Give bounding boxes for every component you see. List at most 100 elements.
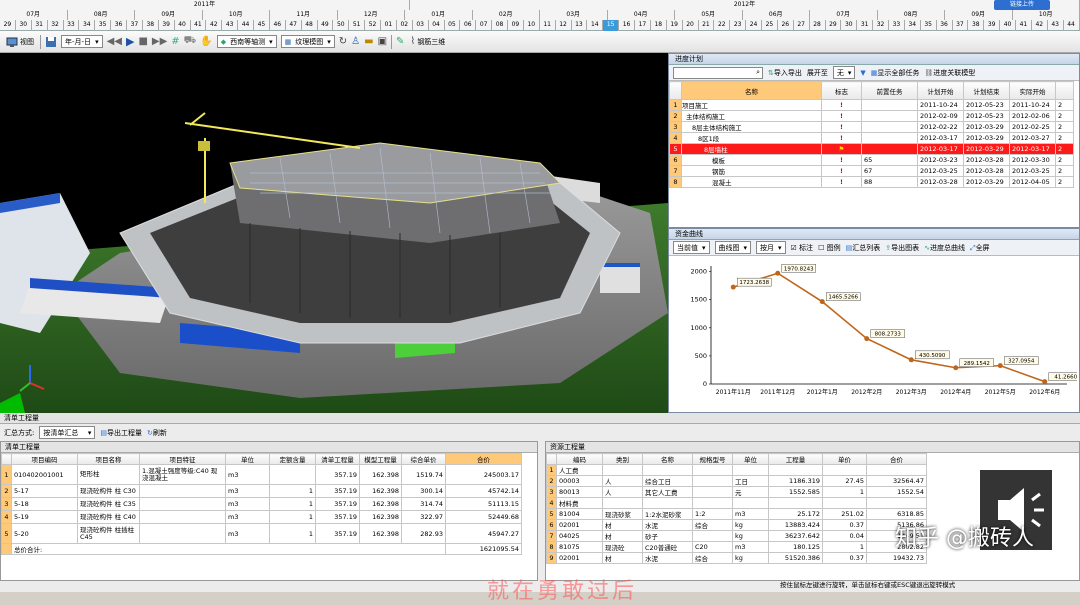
- res-col-header[interactable]: 单价: [823, 454, 867, 465]
- schedule-row[interactable]: 6模板!652012-03-232012-03-282012-03-302: [670, 155, 1074, 166]
- res-col-header[interactable]: 单位: [733, 454, 769, 465]
- show-all-tasks-button[interactable]: ▦显示全部任务: [871, 68, 920, 78]
- fullscreen-button[interactable]: ⤢全屏: [970, 243, 990, 253]
- timeline-week[interactable]: 32: [873, 20, 889, 31]
- bill-col-header[interactable]: 单位: [226, 454, 270, 465]
- col-header-flag[interactable]: 标志: [822, 82, 862, 100]
- steel-3d-button[interactable]: ⌇ 钢筋三维: [408, 34, 447, 50]
- timeline-week[interactable]: 16: [619, 20, 635, 31]
- timeline-week[interactable]: 26: [778, 20, 794, 31]
- timeline-week[interactable]: 34: [79, 20, 95, 31]
- timeline-week[interactable]: 19: [667, 20, 683, 31]
- timeline-week[interactable]: 43: [222, 20, 238, 31]
- schedule-row[interactable]: 1项目施工!2011-10-242012-05-232011-10-242: [670, 100, 1074, 111]
- timeline-week[interactable]: 44: [1064, 20, 1080, 31]
- timeline-week[interactable]: 45: [254, 20, 270, 31]
- timeline-week[interactable]: 37: [953, 20, 969, 31]
- walk-icon[interactable]: ⛟: [184, 35, 197, 48]
- timeline-week[interactable]: 39: [159, 20, 175, 31]
- timeline-week[interactable]: 17: [635, 20, 651, 31]
- timeline-week[interactable]: 29: [0, 20, 16, 31]
- res-col-header[interactable]: 类别: [603, 454, 643, 465]
- timeline-week[interactable]: 08: [492, 20, 508, 31]
- view-button[interactable]: 视图: [4, 34, 36, 50]
- timeline-week[interactable]: 28: [810, 20, 826, 31]
- timeline-week[interactable]: 09: [508, 20, 524, 31]
- timeline-week[interactable]: 20: [683, 20, 699, 31]
- schedule-row[interactable]: 58层墙柱⚑2012-03-172012-03-292012-03-172: [670, 144, 1074, 155]
- timeline-week[interactable]: 31: [857, 20, 873, 31]
- timeline-week[interactable]: 14: [587, 20, 603, 31]
- filter-icon[interactable]: ▼: [860, 69, 865, 77]
- bill-row[interactable]: 35-18现浇砼构件 柱 C35m31357.19162.398314.7451…: [2, 498, 522, 511]
- timeline-week[interactable]: 36: [111, 20, 127, 31]
- timeline-month[interactable]: 07月: [810, 10, 878, 20]
- bill-col-header[interactable]: 合价: [446, 454, 522, 465]
- timeline-week[interactable]: 15: [603, 20, 619, 31]
- timeline-month[interactable]: 01月: [405, 10, 473, 20]
- export-quantity-button[interactable]: ▤导出工程量: [100, 428, 142, 438]
- col-header-actual-start[interactable]: 实际开始: [1010, 82, 1056, 100]
- resource-row[interactable]: 602001材水泥综合kg13883.4240.375136.86: [547, 520, 927, 531]
- timeline-week[interactable]: 01: [381, 20, 397, 31]
- timeline-week[interactable]: 38: [968, 20, 984, 31]
- schedule-row[interactable]: 38层主体结构施工!2012-02-222012-03-292012-02-25…: [670, 122, 1074, 133]
- resource-row[interactable]: 881075现浇砼C20普通砼C20m3180.12512802.82: [547, 542, 927, 553]
- box-icon[interactable]: ▣: [378, 36, 387, 47]
- import-export-button[interactable]: ⇅导入导出: [768, 68, 802, 78]
- timeline-week[interactable]: 41: [191, 20, 207, 31]
- timeline-month[interactable]: 12月: [338, 10, 406, 20]
- layer-icon[interactable]: ▬: [364, 36, 373, 47]
- res-col-header[interactable]: 名称: [643, 454, 693, 465]
- timeline-week[interactable]: 30: [16, 20, 32, 31]
- render-mode-select[interactable]: ▦纹理模图▾: [281, 35, 335, 48]
- timeline-week[interactable]: 48: [302, 20, 318, 31]
- timeline-week[interactable]: 12: [556, 20, 572, 31]
- timeline-week[interactable]: 24: [746, 20, 762, 31]
- res-col-header[interactable]: 规格型号: [693, 454, 733, 465]
- bill-row[interactable]: 25-17现浇砼构件 柱 C30m31357.19162.398300.1445…: [2, 485, 522, 498]
- timeline-week[interactable]: 41: [1016, 20, 1032, 31]
- timeline-month[interactable]: 04月: [608, 10, 676, 20]
- schedule-row[interactable]: 48区1段!2012-03-172012-03-292012-03-272: [670, 133, 1074, 144]
- timeline-month[interactable]: 11月: [270, 10, 338, 20]
- timeline-week[interactable]: 29: [826, 20, 842, 31]
- bill-col-header[interactable]: 项目编码: [12, 454, 78, 465]
- timeline-month[interactable]: 05月: [675, 10, 743, 20]
- play-icon[interactable]: ▶: [126, 35, 134, 48]
- grid-icon[interactable]: #: [171, 36, 179, 47]
- schedule-row[interactable]: 7钢筋!672012-03-252012-03-282012-03-252: [670, 166, 1074, 177]
- resource-row[interactable]: 581004现浇砂浆1:2水泥砂浆1:2m325.172251.026318.8…: [547, 509, 927, 520]
- timeline-week[interactable]: 05: [445, 20, 461, 31]
- timeline-week[interactable]: 43: [1048, 20, 1064, 31]
- timeline-week[interactable]: 34: [905, 20, 921, 31]
- link-model-button[interactable]: ⛓进度关联模型: [924, 68, 975, 78]
- timeline-week[interactable]: 06: [460, 20, 476, 31]
- schedule-row[interactable]: 8混凝土!882012-03-282012-03-292012-04-052: [670, 177, 1074, 188]
- bill-col-header[interactable]: 清单工程量: [316, 454, 360, 465]
- timeline-week[interactable]: 18: [651, 20, 667, 31]
- timeline-week[interactable]: 22: [714, 20, 730, 31]
- export-chart-button[interactable]: ⇪导出图表: [885, 243, 919, 253]
- timeline-week[interactable]: 35: [921, 20, 937, 31]
- resource-row[interactable]: 902001材水泥综合kg51520.3860.3719432.73: [547, 553, 927, 564]
- resource-row[interactable]: 1人工费: [547, 465, 927, 476]
- value-mode-select[interactable]: 当前值▾: [673, 241, 710, 254]
- curve-type-select[interactable]: 曲线图▾: [715, 241, 752, 254]
- timeline-week[interactable]: 02: [397, 20, 413, 31]
- stop-icon[interactable]: ■: [138, 36, 147, 47]
- schedule-row[interactable]: 2主体结构施工!2012-02-092012-05-232012-02-062: [670, 111, 1074, 122]
- timeline-week[interactable]: 39: [984, 20, 1000, 31]
- timeline-month[interactable]: 10月: [1013, 10, 1080, 20]
- timeline-week[interactable]: 40: [175, 20, 191, 31]
- resource-row[interactable]: 704025材砂子kg36237.6420.041449.51: [547, 531, 927, 542]
- resource-row[interactable]: 380013人其它人工费元1552.58511552.54: [547, 487, 927, 498]
- timeline-week[interactable]: 44: [238, 20, 254, 31]
- schedule-search-input[interactable]: ⌕: [673, 67, 763, 79]
- bill-row[interactable]: 45-19现浇砼构件 柱 C40m31357.19162.398322.9752…: [2, 511, 522, 524]
- timeline-week[interactable]: 33: [64, 20, 80, 31]
- timeline-month[interactable]: 07月: [0, 10, 68, 20]
- timeline-week[interactable]: 04: [429, 20, 445, 31]
- timeline-week[interactable]: 07: [476, 20, 492, 31]
- col-header-predecessor[interactable]: 前置任务: [862, 82, 918, 100]
